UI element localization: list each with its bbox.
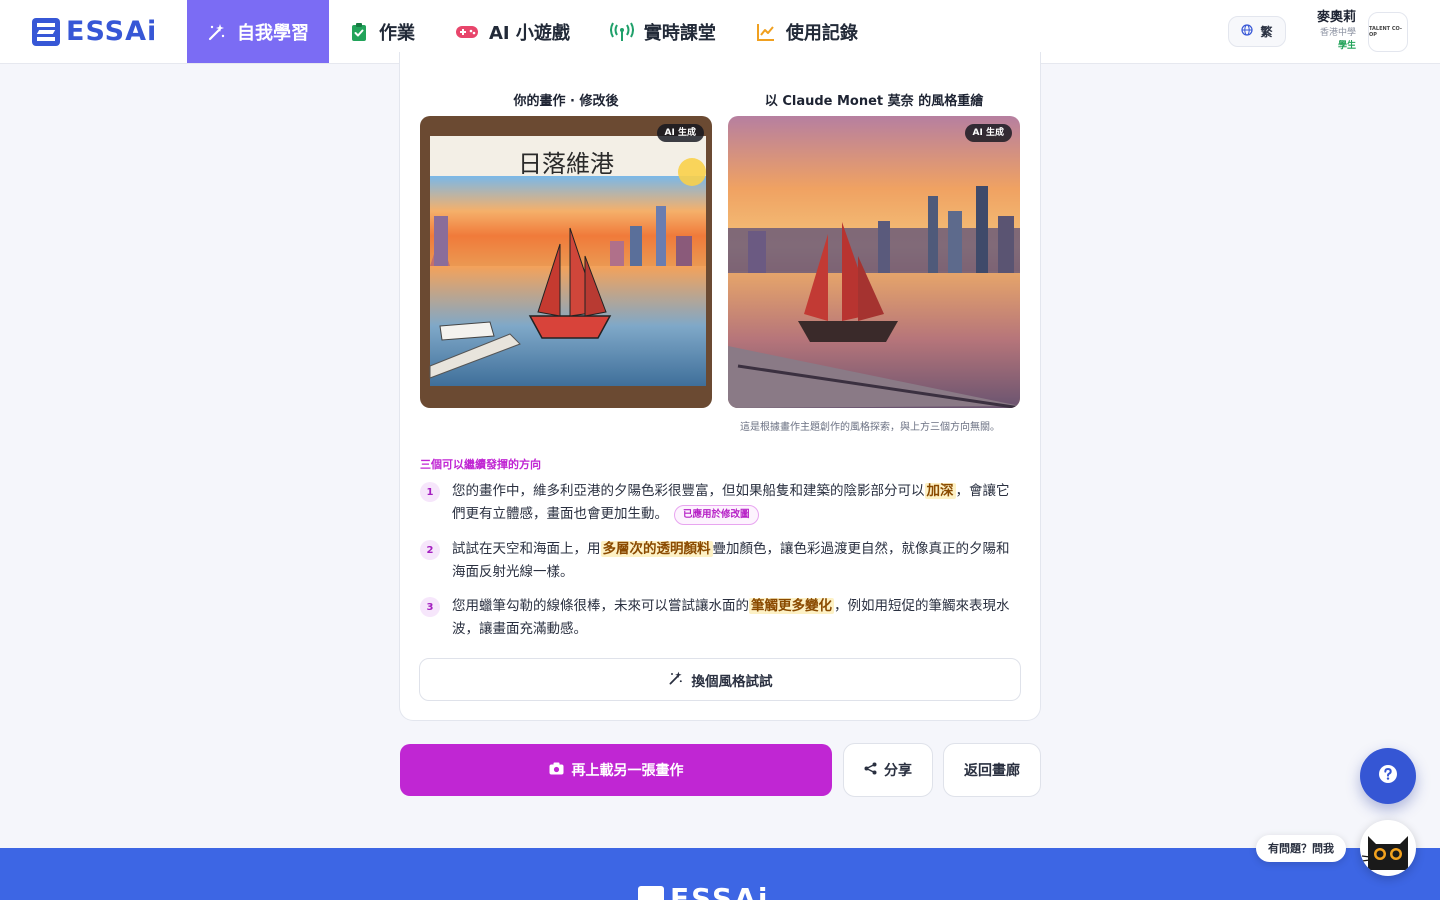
share-label: 分享 xyxy=(884,763,912,779)
direction-highlight: 加深 xyxy=(924,483,956,499)
user-name: 麥奧莉 xyxy=(1316,10,1356,25)
direction-item: 3 您用蠟筆勾勒的線條很棒，未來可以嘗試讓水面的 筆觸更多變化 ，例如用短促的筆觸來… xyxy=(420,595,1022,645)
logo-mark-icon xyxy=(32,18,60,46)
nav-label: 自我學習 xyxy=(237,22,309,44)
direction-text-part: 您的畫作中，維多利亞港的夕陽色彩很豐富，但如果船隻和建築的陰影部分可以 xyxy=(452,483,925,499)
user-role: 學生 xyxy=(1337,41,1356,51)
try-another-style-button[interactable]: 換個風格試試 xyxy=(419,658,1021,701)
style-exploration-caption: 這是根據畫作主題創作的風格探索，與上方三個方向無關。 xyxy=(740,422,1000,433)
direction-text: 您的畫作中，維多利亞港的夕陽色彩很豐富，但如果船隻和建築的陰影部分可以 加深 ，會讓… xyxy=(452,480,1022,526)
upload-label: 再上載另一張畫作 xyxy=(571,763,684,779)
monet-artwork-title: 以 Claude Monet 莫奈 的風格重繪 xyxy=(764,94,984,109)
upload-another-artwork-button[interactable]: 再上載另一張畫作 xyxy=(400,744,832,796)
direction-item: 2 試試在天空和海面上，用 多層次的透明顏料 疊加顏色，讓色彩過渡更自然，就像真正的… xyxy=(420,538,1022,588)
language-label: 繁 xyxy=(1260,25,1273,39)
language-switcher[interactable]: 繁 xyxy=(1228,16,1286,47)
try-another-style-label: 換個風格試試 xyxy=(691,673,773,690)
camera-icon xyxy=(549,762,564,779)
result-card: 你的畫作 · 修改後 以 Claude Monet 莫奈 的風格重繪 日落維港 … xyxy=(399,52,1041,721)
footer-logo-mark-icon xyxy=(638,886,664,900)
direction-item: 1 您的畫作中，維多利亞港的夕陽色彩很豐富，但如果船隻和建築的陰影部分可以 加深，… xyxy=(420,480,1022,530)
direction-text-part: 試試在天空和海面上，用 xyxy=(452,541,601,557)
direction-highlight: 多層次的透明顏料 xyxy=(600,541,713,557)
share-button[interactable]: 分享 xyxy=(843,743,933,797)
footer-logo-text: ESSAi xyxy=(670,882,770,900)
applied-to-revision-tag: 已應用於修改圖 xyxy=(674,505,759,525)
back-to-gallery-button[interactable]: 返回畫廊 xyxy=(943,743,1041,797)
modified-artwork-title: 你的畫作 · 修改後 xyxy=(513,94,619,109)
logo-text: ESSAi xyxy=(66,16,158,47)
share-icon xyxy=(864,762,877,779)
cat-mascot-button[interactable] xyxy=(1360,820,1416,876)
school-logo-text: TALENT CO-OP xyxy=(1369,26,1402,38)
direction-text: 試試在天空和海面上，用 多層次的透明顏料 疊加顏色，讓色彩過渡更自然，就像真正的夕陽… xyxy=(452,538,1022,584)
magic-wand-icon xyxy=(207,22,227,42)
clipboard-check-icon xyxy=(349,22,369,42)
direction-number: 2 xyxy=(420,540,440,560)
essai-logo[interactable]: ESSAi xyxy=(32,17,157,47)
help-button[interactable] xyxy=(1360,748,1416,804)
monet-style-image[interactable]: AI 生成 xyxy=(728,116,1020,408)
gamepad-icon xyxy=(455,22,479,42)
school-logo[interactable]: TALENT CO-OP xyxy=(1368,12,1408,52)
magic-wand-icon xyxy=(668,670,684,690)
directions-heading: 三個可以繼續發揮的方向 xyxy=(420,458,541,471)
cat-mascot-icon xyxy=(1361,836,1408,870)
nav-item-self-learning[interactable]: 自我學習 xyxy=(187,0,329,63)
nav-label: 作業 xyxy=(379,22,415,44)
ai-generated-badge: AI 生成 xyxy=(964,124,1012,142)
ai-generated-badge: AI 生成 xyxy=(656,124,704,142)
direction-number: 1 xyxy=(420,482,440,502)
back-label: 返回畫廊 xyxy=(964,763,1020,779)
direction-number: 3 xyxy=(420,597,440,617)
ask-me-bubble[interactable]: 有問題？問我 xyxy=(1256,835,1346,862)
globe-icon xyxy=(1241,24,1254,39)
broadcast-icon xyxy=(609,22,634,42)
direction-highlight: 筆觸更多變化 xyxy=(749,598,834,614)
question-mark-icon xyxy=(1378,764,1398,788)
direction-text: 您用蠟筆勾勒的線條很棒，未來可以嘗試讓水面的 筆觸更多變化 ，例如用短促的筆觸來表現… xyxy=(452,595,1022,641)
line-chart-icon xyxy=(756,22,776,42)
direction-text-part: 您用蠟筆勾勒的線條很棒，未來可以嘗試讓水面的 xyxy=(452,598,749,614)
footer: ESSAi xyxy=(0,848,1440,900)
nav-label: 實時課堂 xyxy=(643,22,716,44)
painting-title-text: 日落維港 xyxy=(518,150,614,178)
footer-logo: ESSAi xyxy=(638,882,770,900)
user-school: 香港中學 xyxy=(1319,28,1356,38)
modified-artwork-image[interactable]: 日落維港 AI 生成 xyxy=(420,116,712,408)
user-info[interactable]: 麥奧莉 香港中學 學生 xyxy=(1296,9,1356,53)
nav-label: 使用記錄 xyxy=(785,22,858,44)
nav-label: AI 小遊戲 xyxy=(489,22,570,44)
